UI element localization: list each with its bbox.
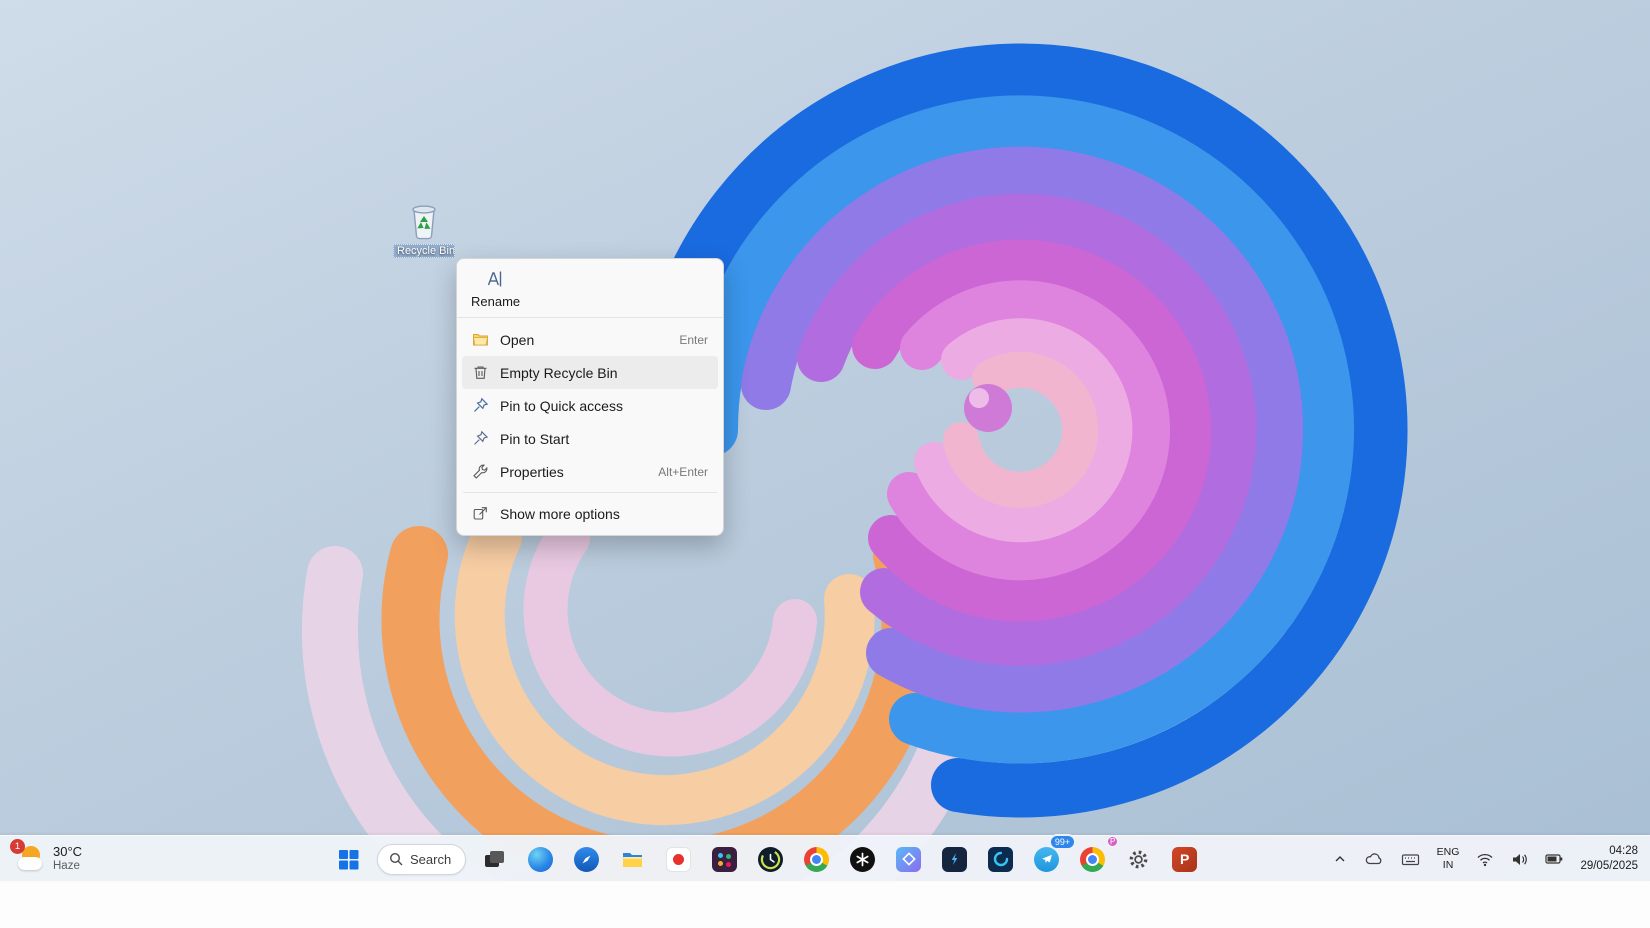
menu-item-label: Pin to Quick access	[500, 398, 708, 414]
search-icon	[389, 852, 403, 866]
clock-icon	[758, 847, 783, 872]
lightning-icon	[942, 847, 967, 872]
folder-open-icon	[472, 331, 489, 348]
taskbar-app-photos[interactable]	[888, 839, 929, 879]
start-button[interactable]	[328, 839, 369, 879]
menu-item-label: Open	[500, 332, 679, 348]
tray-clock[interactable]: 04:28 29/05/2025	[1578, 841, 1640, 877]
compass-icon	[574, 847, 599, 872]
folder-icon	[620, 847, 645, 872]
gear-icon	[1126, 847, 1151, 872]
task-view-icon	[482, 847, 507, 872]
tray-onedrive[interactable]	[1363, 841, 1386, 877]
notification-badge: 1	[10, 839, 25, 854]
taskbar-app-red-dot[interactable]	[658, 839, 699, 879]
pin-outline-icon	[472, 430, 489, 447]
tray-volume[interactable]	[1509, 841, 1530, 877]
weather-condition: Haze	[53, 860, 82, 873]
photos-icon	[896, 847, 921, 872]
context-menu: Rename Open Enter	[456, 258, 724, 536]
chevron-up-icon	[1332, 851, 1348, 867]
tray-language-switcher[interactable]: ENG IN	[1435, 841, 1462, 877]
pin-icon	[472, 397, 489, 414]
taskbar-app-settings[interactable]	[1118, 839, 1159, 879]
taskbar-app-slack[interactable]	[704, 839, 745, 879]
recycle-bin-label: Recycle Bin	[393, 244, 455, 258]
weather-icon: 1	[16, 844, 46, 874]
taskbar-app-telegram[interactable]: 99+	[1026, 839, 1067, 879]
menu-item-label: Empty Recycle Bin	[500, 365, 708, 381]
windows-logo-icon	[336, 847, 361, 872]
search-label: Search	[410, 852, 451, 867]
taskbar-app-clock[interactable]	[750, 839, 791, 879]
taskbar-app-bolt[interactable]	[934, 839, 975, 879]
taskbar-app-swirl[interactable]	[980, 839, 1021, 879]
menu-item-label: Pin to Start	[500, 431, 708, 447]
tray-wifi[interactable]	[1474, 841, 1496, 877]
more-options-icon	[472, 505, 489, 522]
telegram-icon	[1034, 847, 1059, 872]
recycle-bin-icon	[402, 198, 446, 242]
recycle-bin-desktop-icon[interactable]: Recycle Bin	[392, 198, 456, 258]
weather-temperature: 30°C	[53, 845, 82, 860]
taskbar-app-safari[interactable]	[566, 839, 607, 879]
bloom-wallpaper	[0, 0, 1650, 881]
cloud-icon	[1365, 851, 1384, 867]
slack-icon	[712, 847, 737, 872]
red-dot-icon	[666, 847, 691, 872]
speaker-icon	[1511, 852, 1528, 867]
menu-item-show-more-options[interactable]: Show more options	[462, 497, 718, 530]
menu-item-label: Properties	[500, 464, 658, 480]
rename-icon	[485, 269, 505, 289]
powerpoint-icon: P	[1172, 847, 1197, 872]
wrench-icon	[472, 463, 489, 480]
menu-item-pin-start[interactable]: Pin to Start	[462, 422, 718, 455]
menu-item-open[interactable]: Open Enter	[462, 323, 718, 356]
weather-widget[interactable]: 1 30°C Haze	[8, 836, 90, 882]
menu-separator	[463, 492, 717, 493]
menu-item-label: Show more options	[500, 506, 708, 522]
menu-item-properties[interactable]: Properties Alt+Enter	[462, 455, 718, 488]
menu-item-shortcut: Alt+Enter	[658, 465, 708, 479]
taskbar-app-file-explorer[interactable]	[612, 839, 653, 879]
clock-time: 04:28	[1609, 844, 1638, 859]
taskbar-app-chrome-profile[interactable]: P	[1072, 839, 1113, 879]
trash-icon	[472, 364, 489, 381]
clock-date: 29/05/2025	[1580, 859, 1638, 874]
search-box[interactable]: Search	[377, 844, 466, 875]
context-menu-rename[interactable]: Rename	[457, 259, 723, 317]
menu-item-pin-quick-access[interactable]: Pin to Quick access	[462, 389, 718, 422]
language-code: ENG	[1437, 846, 1460, 859]
tray-chevron-up[interactable]	[1330, 841, 1350, 877]
chatgpt-icon	[850, 847, 875, 872]
screen: Recycle Bin Rename	[0, 0, 1650, 928]
chrome-icon	[804, 847, 829, 872]
edge-icon	[528, 847, 553, 872]
battery-icon	[1545, 853, 1563, 865]
taskbar-app-powerpoint[interactable]: P	[1164, 839, 1205, 879]
taskbar-app-edge[interactable]	[520, 839, 561, 879]
menu-item-shortcut: Enter	[679, 333, 708, 347]
rename-label: Rename	[471, 294, 709, 309]
tray-battery[interactable]	[1543, 841, 1565, 877]
chrome-icon	[1080, 847, 1105, 872]
language-region: IN	[1443, 859, 1454, 872]
letterbox-strip	[0, 881, 1650, 928]
desktop-background[interactable]: Recycle Bin Rename	[0, 0, 1650, 881]
taskbar-app-chrome[interactable]	[796, 839, 837, 879]
menu-item-empty-recycle-bin[interactable]: Empty Recycle Bin	[462, 356, 718, 389]
keyboard-icon	[1401, 852, 1420, 867]
wifi-icon	[1476, 852, 1494, 867]
swirl-icon	[988, 847, 1013, 872]
taskbar: 1 30°C Haze	[0, 835, 1650, 881]
tray-touch-keyboard[interactable]	[1399, 841, 1422, 877]
taskbar-app-chatgpt[interactable]	[842, 839, 883, 879]
taskbar-app-task-view[interactable]	[474, 839, 515, 879]
